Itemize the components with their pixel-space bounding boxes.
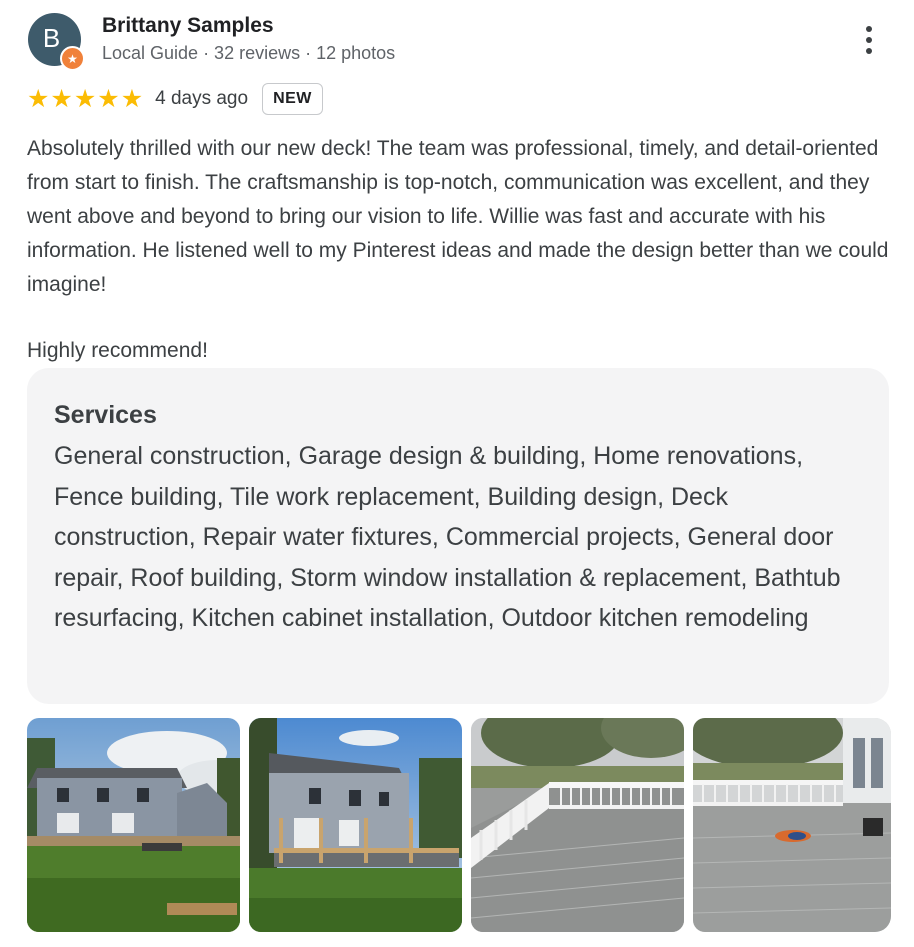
reviewer-name[interactable]: Brittany Samples — [102, 14, 274, 38]
review-text: Absolutely thrilled with our new deck! T… — [27, 137, 889, 296]
services-card: Services General construction, Garage de… — [27, 368, 889, 704]
house-side-with-deck-frame-photo[interactable] — [249, 718, 462, 932]
star-icon: ★ — [27, 84, 50, 113]
star-rating: ★ ★ ★ ★ ★ — [27, 84, 144, 113]
avatar-letter: B — [42, 23, 61, 53]
star-icon: ★ — [97, 84, 120, 113]
reviewer-meta: Local Guide · 32 reviews · 12 photos — [102, 43, 396, 63]
finished-deck-wide-photo[interactable] — [693, 718, 891, 932]
house-back-with-deck-frame-photo[interactable] — [27, 718, 240, 932]
star-icon: ★ — [50, 84, 73, 113]
more-options-icon[interactable] — [856, 22, 882, 58]
star-icon: ★ — [120, 84, 144, 113]
services-title: Services — [54, 401, 157, 429]
review-closing: Highly recommend! — [27, 339, 208, 362]
star-icon: ★ — [73, 84, 97, 113]
finished-deck-railing-photo[interactable] — [471, 718, 684, 932]
photo-strip — [27, 718, 891, 932]
services-list: General construction, Garage design & bu… — [54, 442, 841, 632]
new-badge: NEW — [262, 83, 323, 115]
review-age: 4 days ago — [155, 88, 249, 109]
local-guide-star-badge-icon: ★ — [60, 46, 85, 71]
rating-row: ★ ★ ★ ★ ★ 4 days ago NEW — [27, 80, 323, 118]
